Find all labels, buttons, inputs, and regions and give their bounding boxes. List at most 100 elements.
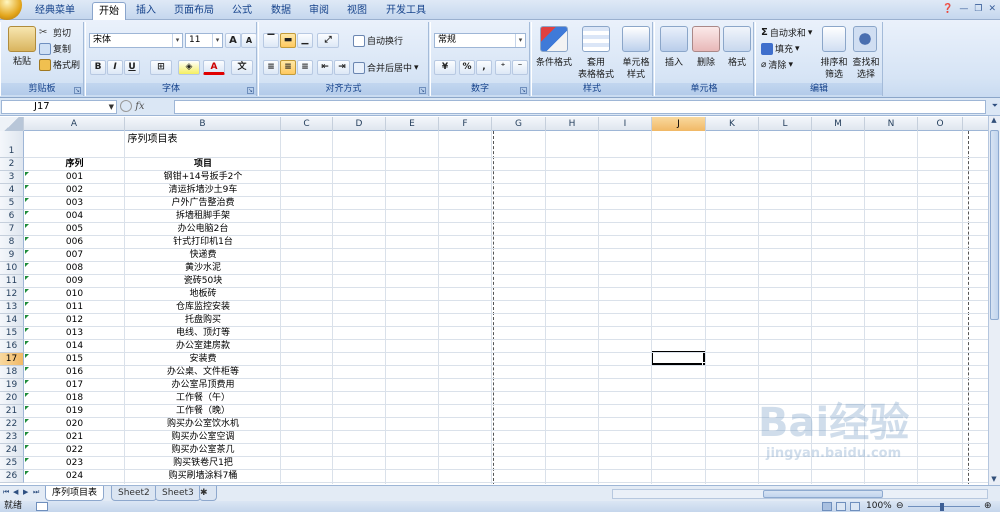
italic-button[interactable]: I — [107, 60, 123, 75]
scroll-up-icon[interactable]: ▲ — [989, 116, 999, 124]
column-header-k[interactable]: K — [706, 117, 759, 131]
column-header-l[interactable]: L — [759, 117, 812, 131]
tab-3[interactable]: 页面布局 — [166, 2, 222, 20]
row-header-24[interactable]: 24 — [0, 444, 24, 457]
column-header-a[interactable]: A — [24, 117, 125, 131]
format-cells-button[interactable]: 格式 — [721, 55, 753, 68]
row-header-9[interactable]: 9 — [0, 249, 24, 262]
format-painter-button[interactable]: 格式刷 — [39, 58, 80, 71]
office-button[interactable] — [0, 0, 22, 20]
tab-4[interactable]: 公式 — [226, 2, 258, 20]
expand-formula-icon[interactable]: ⏷ — [992, 101, 998, 111]
tab-2[interactable]: 插入 — [131, 2, 161, 20]
name-box[interactable]: J17 ▼ — [1, 100, 117, 114]
item-cell[interactable]: 针式打印机1台 — [125, 236, 281, 249]
column-header-d[interactable]: D — [333, 117, 386, 131]
macro-record-icon[interactable] — [36, 502, 48, 511]
decrease-decimal-button[interactable]: ⁻ — [512, 60, 528, 75]
item-cell[interactable]: 工作餐（午） — [125, 392, 281, 405]
horizontal-scrollbar[interactable] — [612, 489, 988, 499]
seq-cell[interactable]: 001 — [24, 171, 125, 184]
seq-cell[interactable]: 017 — [24, 379, 125, 392]
row-header-8[interactable]: 8 — [0, 236, 24, 249]
tab-7[interactable]: 视图 — [339, 2, 375, 20]
row-header-11[interactable]: 11 — [0, 275, 24, 288]
item-cell[interactable]: 仓库监控安装 — [125, 301, 281, 314]
seq-cell[interactable]: 024 — [24, 470, 125, 483]
zoom-in-icon[interactable]: ⊕ — [984, 501, 992, 512]
delete-cells-icon[interactable] — [692, 26, 720, 52]
conditional-format-icon[interactable] — [540, 26, 568, 52]
insert-function-button[interactable]: fx — [120, 100, 172, 114]
horizontal-scroll-thumb[interactable] — [763, 490, 883, 498]
underline-button[interactable]: U — [124, 60, 140, 75]
autosum-button[interactable]: Σ 自动求和 ▾ — [761, 26, 812, 39]
row-header-17[interactable]: 17 — [0, 353, 24, 366]
row-header-10[interactable]: 10 — [0, 262, 24, 275]
binoculars-icon[interactable] — [853, 26, 877, 52]
cell-styles-label-2[interactable]: 样式 — [617, 67, 655, 80]
item-cell[interactable]: 购买铁卷尺1把 — [125, 457, 281, 470]
tab-0[interactable]: 经典菜单 — [30, 2, 80, 20]
header-cell-seq[interactable]: 序列 — [24, 158, 125, 171]
comma-button[interactable]: , — [476, 60, 492, 75]
align-top-button[interactable]: ▔ — [263, 33, 279, 48]
seq-cell[interactable]: 008 — [24, 262, 125, 275]
item-cell[interactable]: 拆墙租脚手架 — [125, 210, 281, 223]
page-layout-view-icon[interactable] — [836, 502, 846, 511]
insert-cells-button[interactable]: 插入 — [658, 55, 690, 68]
format-as-table-label-2[interactable]: 表格格式 — [572, 67, 620, 80]
decrease-indent-button[interactable]: ⇤ — [317, 60, 333, 75]
format-cells-icon[interactable] — [723, 26, 751, 52]
item-cell[interactable]: 钢钳+14号扳手2个 — [125, 171, 281, 184]
row-header-13[interactable]: 13 — [0, 301, 24, 314]
row-header-2[interactable]: 2 — [0, 158, 24, 171]
item-cell[interactable]: 购买刷墙涂料7桶 — [125, 470, 281, 483]
tab-8[interactable]: 开发工具 — [380, 2, 432, 20]
item-cell[interactable]: 电线、顶灯等 — [125, 327, 281, 340]
seq-cell[interactable]: 016 — [24, 366, 125, 379]
copy-button[interactable]: 复制 — [39, 42, 71, 55]
row-header-23[interactable]: 23 — [0, 431, 24, 444]
item-cell[interactable]: 办公室吊顶费用 — [125, 379, 281, 392]
tab-6[interactable]: 审阅 — [304, 2, 334, 20]
item-cell[interactable]: 工作餐（晚） — [125, 405, 281, 418]
bold-button[interactable]: B — [90, 60, 106, 75]
align-bottom-button[interactable]: ▁ — [297, 33, 313, 48]
align-center-button[interactable]: ≡ — [280, 60, 296, 75]
fill-button[interactable]: 填充 ▾ — [761, 42, 800, 55]
vertical-scroll-thumb[interactable] — [990, 130, 999, 320]
seq-cell[interactable]: 002 — [24, 184, 125, 197]
number-format-select[interactable]: 常规 ▾ — [434, 33, 526, 48]
row-header-7[interactable]: 7 — [0, 223, 24, 236]
item-cell[interactable]: 户外广告整治费 — [125, 197, 281, 210]
column-header-b[interactable]: B — [125, 117, 281, 131]
seq-cell[interactable]: 018 — [24, 392, 125, 405]
column-header-g[interactable]: G — [492, 117, 546, 131]
increase-decimal-button[interactable]: ⁺ — [495, 60, 511, 75]
row-header-19[interactable]: 19 — [0, 379, 24, 392]
zoom-out-icon[interactable]: ⊖ — [896, 501, 904, 512]
paste-icon[interactable] — [8, 26, 36, 52]
header-cell-item[interactable]: 项目 — [125, 158, 281, 171]
clear-button[interactable]: ⌀ 清除 ▾ — [761, 58, 793, 72]
grow-font-button[interactable]: A — [225, 33, 241, 48]
close-icon[interactable]: ✕ — [988, 4, 996, 16]
seq-cell[interactable]: 011 — [24, 301, 125, 314]
dialog-launcher-icon[interactable]: ↘ — [247, 87, 254, 94]
delete-cells-button[interactable]: 删除 — [690, 55, 722, 68]
page-break-view-icon[interactable] — [850, 502, 860, 511]
item-cell[interactable]: 托盘购买 — [125, 314, 281, 327]
row-header-6[interactable]: 6 — [0, 210, 24, 223]
currency-button[interactable]: ¥ — [434, 60, 456, 75]
row-header-1[interactable]: 1 — [0, 131, 24, 158]
row-header-25[interactable]: 25 — [0, 457, 24, 470]
paste-button[interactable]: 粘贴 — [7, 54, 37, 67]
item-cell[interactable]: 办公室建房款 — [125, 340, 281, 353]
percent-button[interactable]: % — [459, 60, 475, 75]
seq-cell[interactable]: 004 — [24, 210, 125, 223]
row-header-12[interactable]: 12 — [0, 288, 24, 301]
seq-cell[interactable]: 007 — [24, 249, 125, 262]
row-header-5[interactable]: 5 — [0, 197, 24, 210]
format-as-table-icon[interactable] — [582, 26, 610, 52]
